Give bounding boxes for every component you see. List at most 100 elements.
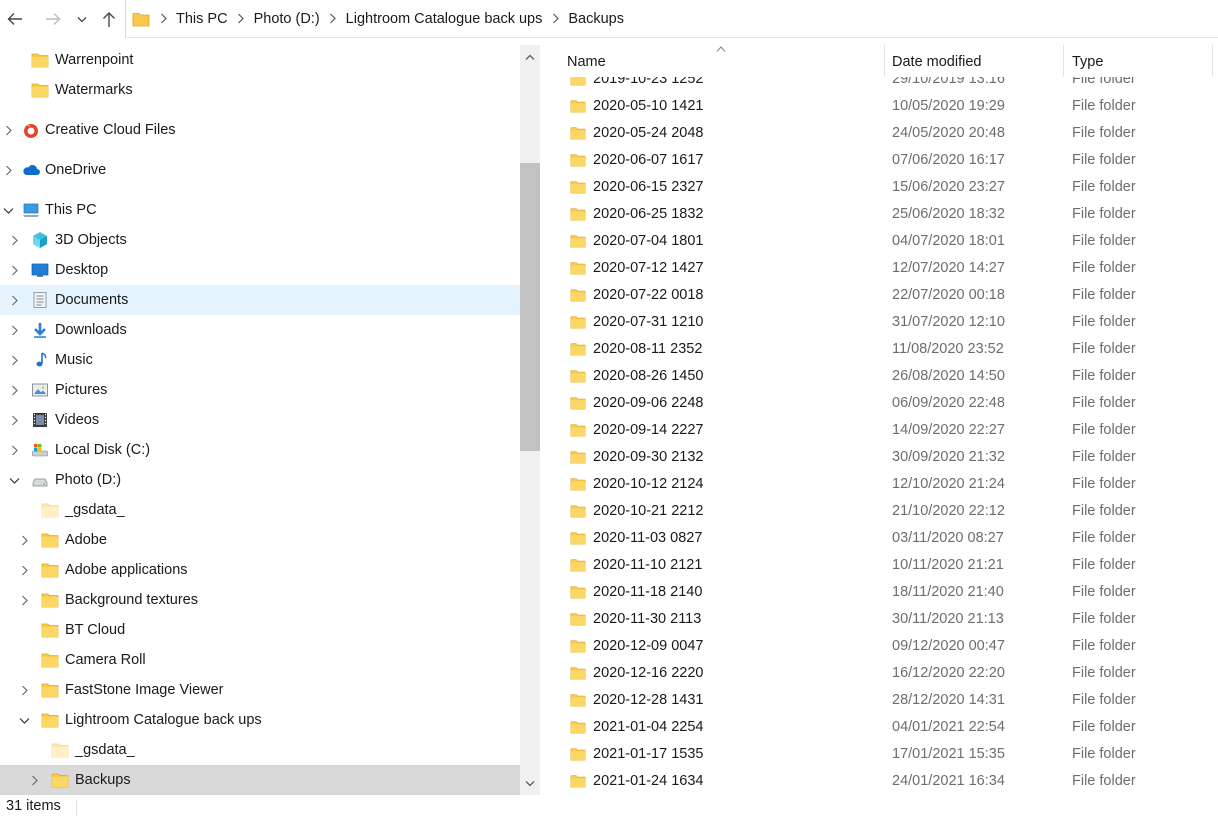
navigation-scrollbar[interactable] <box>520 45 540 795</box>
tree-item-desktop[interactable]: Desktop <box>0 255 520 285</box>
tree-item-creative-cloud-files[interactable]: Creative Cloud Files <box>0 115 520 145</box>
file-row[interactable]: 2020-11-03 0827 03/11/2020 08:27 File fold… <box>548 525 1218 552</box>
scroll-up-button[interactable] <box>520 47 540 67</box>
file-row[interactable]: 2021-01-24 1634 24/01/2021 16:34 File fold… <box>548 768 1218 795</box>
tree-item-lightroom-catalogue-back-ups[interactable]: Lightroom Catalogue back ups <box>0 705 520 735</box>
collapse-toggle[interactable] <box>16 705 32 735</box>
up-button[interactable] <box>96 0 122 38</box>
file-row[interactable]: 2020-07-12 1427 12/07/2020 14:27 File fold… <box>548 255 1218 282</box>
file-row[interactable]: 2020-11-10 2121 10/11/2020 21:21 File fold… <box>548 552 1218 579</box>
collapse-toggle[interactable] <box>6 465 22 495</box>
tree-item-label: Background textures <box>65 592 198 608</box>
file-row[interactable]: 2020-08-11 2352 11/08/2020 23:52 File fold… <box>548 336 1218 363</box>
file-row[interactable]: 2021-01-04 2254 04/01/2021 22:54 File fold… <box>548 714 1218 741</box>
file-row[interactable]: 2020-11-30 2113 30/11/2020 21:13 File fold… <box>548 606 1218 633</box>
expand-toggle[interactable] <box>16 555 32 585</box>
back-button[interactable] <box>0 0 30 38</box>
expand-toggle[interactable] <box>6 255 22 285</box>
tree-item-pictures[interactable]: Pictures <box>0 375 520 405</box>
tree-item-local-disk-c[interactable]: Local Disk (C:) <box>0 435 520 465</box>
file-row[interactable]: 2020-07-04 1801 04/07/2020 18:01 File fold… <box>548 228 1218 255</box>
folder-faded-icon <box>41 503 59 518</box>
breadcrumb-separator[interactable] <box>320 0 346 38</box>
forward-button[interactable] <box>38 0 68 38</box>
column-type-header[interactable]: Type <box>1072 45 1103 77</box>
file-row[interactable]: 2020-09-06 2248 06/09/2020 22:48 File fold… <box>548 390 1218 417</box>
tree-item-downloads[interactable]: Downloads <box>0 315 520 345</box>
column-divider[interactable] <box>884 45 885 77</box>
collapse-toggle[interactable] <box>0 195 16 225</box>
file-row[interactable]: 2020-09-14 2227 14/09/2020 22:27 File fold… <box>548 417 1218 444</box>
file-row[interactable]: 2020-05-10 1421 10/05/2020 19:29 File fold… <box>548 93 1218 120</box>
tree-item-music[interactable]: Music <box>0 345 520 375</box>
tree-item-documents[interactable]: Documents <box>0 285 520 315</box>
file-row[interactable]: 2020-05-24 2048 24/05/2020 20:48 File fold… <box>548 120 1218 147</box>
file-row[interactable]: 2020-09-30 2132 30/09/2020 21:32 File fold… <box>548 444 1218 471</box>
file-row[interactable]: 2020-07-31 1210 31/07/2020 12:10 File fold… <box>548 309 1218 336</box>
expand-toggle[interactable] <box>6 225 22 255</box>
expand-toggle[interactable] <box>16 525 32 555</box>
tree-item-adobe[interactable]: Adobe <box>0 525 520 555</box>
column-date-header[interactable]: Date modified <box>892 45 981 77</box>
file-row[interactable]: 2020-12-09 0047 09/12/2020 00:47 File fold… <box>548 633 1218 660</box>
scroll-down-button[interactable] <box>520 773 540 793</box>
file-row[interactable]: 2021-01-17 1535 17/01/2021 15:35 File fold… <box>548 741 1218 768</box>
file-row[interactable]: 2020-10-21 2212 21/10/2020 22:12 File fold… <box>548 498 1218 525</box>
expand-toggle[interactable] <box>6 315 22 345</box>
file-row[interactable]: 2020-11-18 2140 18/11/2020 21:40 File fold… <box>548 579 1218 606</box>
tree-item-faststone-image-viewer[interactable]: FastStone Image Viewer <box>0 675 520 705</box>
breadcrumb-separator[interactable] <box>150 0 176 38</box>
tree-item-icon <box>31 351 49 369</box>
tree-item-onedrive[interactable]: OneDrive <box>0 155 520 185</box>
folder-icon <box>41 713 59 728</box>
column-divider[interactable] <box>1212 45 1213 77</box>
expand-toggle[interactable] <box>0 115 16 145</box>
file-row[interactable]: 2020-12-16 2220 16/12/2020 22:20 File fold… <box>548 660 1218 687</box>
folder-icon <box>570 748 586 761</box>
file-row[interactable]: 2020-06-07 1617 07/06/2020 16:17 File fold… <box>548 147 1218 174</box>
expand-toggle[interactable] <box>16 675 32 705</box>
expand-toggle[interactable] <box>6 435 22 465</box>
breadcrumb-lightroom-catalogue[interactable]: Lightroom Catalogue back ups <box>346 0 543 38</box>
tree-item-icon <box>31 291 49 309</box>
expand-toggle[interactable] <box>6 345 22 375</box>
scrollbar-thumb[interactable] <box>520 163 540 451</box>
breadcrumb-photo-drive[interactable]: Photo (D:) <box>254 0 320 38</box>
breadcrumb-backups[interactable]: Backups <box>568 0 624 38</box>
tree-item-gsdata[interactable]: _gsdata_ <box>0 495 520 525</box>
folder-icon-wrap <box>570 530 586 546</box>
file-row[interactable]: 2020-08-26 1450 26/08/2020 14:50 File fold… <box>548 363 1218 390</box>
address-bar[interactable]: This PC Photo (D:) Lightroom Catalogue b… <box>125 0 1218 38</box>
expand-toggle[interactable] <box>0 155 16 185</box>
file-row[interactable]: 2020-06-15 2327 15/06/2020 23:27 File fold… <box>548 174 1218 201</box>
column-name-header[interactable]: Name <box>567 45 606 77</box>
tree-item-background-textures[interactable]: Background textures <box>0 585 520 615</box>
recent-locations-button[interactable] <box>72 0 92 38</box>
expand-toggle[interactable] <box>6 405 22 435</box>
tree-item-bt-cloud[interactable]: BT Cloud <box>0 615 520 645</box>
file-row[interactable]: 2020-06-25 1832 25/06/2020 18:32 File fold… <box>548 201 1218 228</box>
tree-item-adobe-applications[interactable]: Adobe applications <box>0 555 520 585</box>
expand-toggle[interactable] <box>6 375 22 405</box>
file-row[interactable]: 2020-10-12 2124 12/10/2020 21:24 File fold… <box>548 471 1218 498</box>
expand-toggle[interactable] <box>26 765 42 795</box>
tree-item-backups[interactable]: Backups <box>0 765 520 795</box>
folder-icon <box>570 100 586 113</box>
expand-toggle[interactable] <box>16 585 32 615</box>
tree-item-camera-roll[interactable]: Camera Roll <box>0 645 520 675</box>
column-divider[interactable] <box>1063 45 1064 77</box>
tree-item-gsdata[interactable]: _gsdata_ <box>0 735 520 765</box>
tree-item-this-pc[interactable]: This PC <box>0 195 520 225</box>
file-row[interactable]: 2020-12-28 1431 28/12/2020 14:31 File fold… <box>548 687 1218 714</box>
tree-item-warrenpoint[interactable]: Warrenpoint <box>0 45 520 75</box>
breadcrumb-separator[interactable] <box>228 0 254 38</box>
breadcrumb-this-pc[interactable]: This PC <box>176 0 228 38</box>
expand-toggle[interactable] <box>6 285 22 315</box>
tree-item-photo-d[interactable]: Photo (D:) <box>0 465 520 495</box>
file-name: 2020-11-10 2121 <box>593 557 703 573</box>
breadcrumb-separator[interactable] <box>542 0 568 38</box>
tree-item-videos[interactable]: Videos <box>0 405 520 435</box>
tree-item-watermarks[interactable]: Watermarks <box>0 75 520 105</box>
file-row[interactable]: 2020-07-22 0018 22/07/2020 00:18 File fold… <box>548 282 1218 309</box>
tree-item-3d-objects[interactable]: 3D Objects <box>0 225 520 255</box>
